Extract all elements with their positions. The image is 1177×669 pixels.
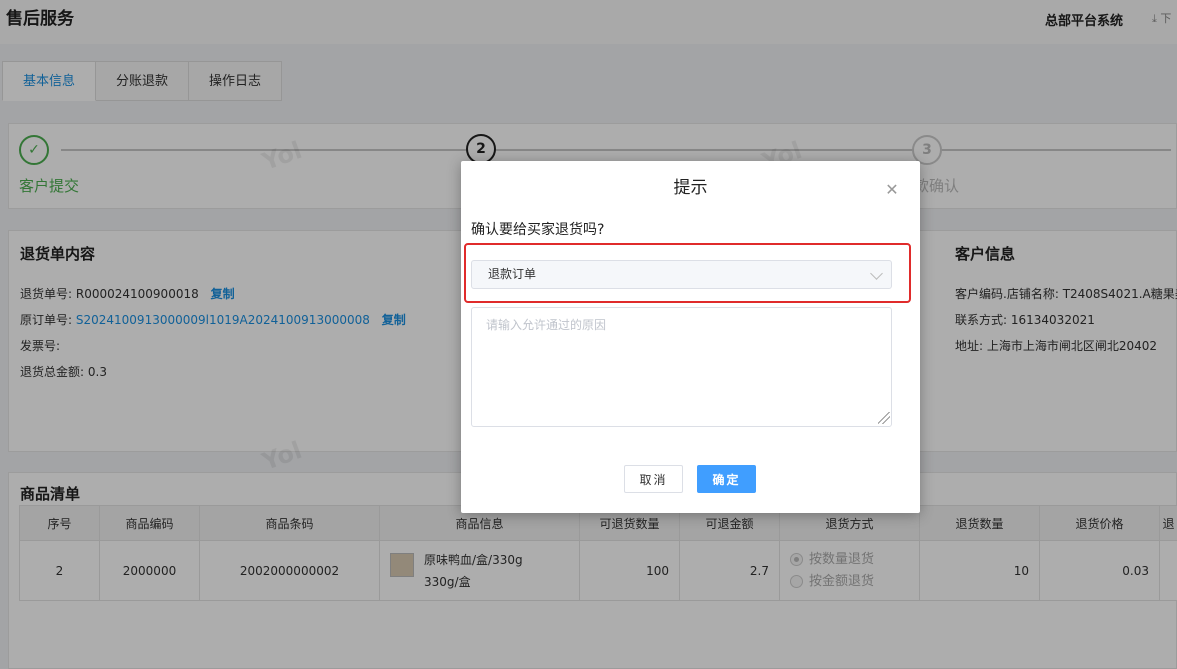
close-icon[interactable]: ✕ <box>885 182 899 198</box>
dialog-question: 确认要给买家退货吗? <box>471 222 605 238</box>
reason-textarea[interactable] <box>471 307 892 427</box>
select-value: 退款订单 <box>488 267 537 281</box>
refund-type-select[interactable]: 退款订单 <box>471 260 892 289</box>
chevron-down-icon <box>870 267 883 280</box>
resize-handle-icon[interactable] <box>878 412 890 424</box>
cancel-button[interactable]: 取消 <box>624 465 683 493</box>
page: 售后服务 总部平台系统 ⤓ 下 基本信息 分账退款 操作日志 ✓ 客户提交 2 … <box>0 0 1177 669</box>
dialog-title: 提示 <box>673 178 708 198</box>
confirm-button[interactable]: 确定 <box>697 465 756 493</box>
confirm-dialog: 提示 ✕ 确认要给买家退货吗? 退款订单 取消 确定 <box>461 161 920 513</box>
